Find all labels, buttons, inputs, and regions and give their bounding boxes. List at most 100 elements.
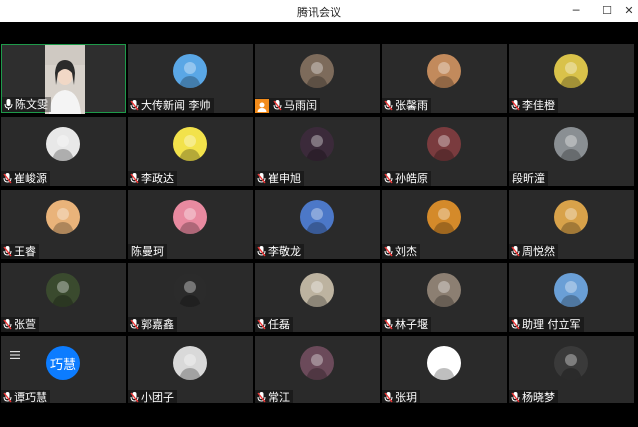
- participant-name-bar: 陈曼珂: [128, 244, 167, 259]
- microphone-muted-icon: [3, 319, 12, 330]
- microphone-muted-icon: [511, 319, 520, 330]
- participant-name-bar: 郭嘉鑫: [128, 317, 177, 332]
- participant-avatar: [173, 200, 207, 234]
- participant-tile[interactable]: 任磊: [255, 263, 380, 332]
- participant-name: 陈文雯: [15, 98, 48, 111]
- participant-tile[interactable]: 大传新闻 李帅: [128, 44, 253, 113]
- participant-tile[interactable]: 张萱: [1, 263, 126, 332]
- minimize-button[interactable]: ─: [568, 3, 584, 19]
- participant-name-bar: 崔申旭: [255, 171, 304, 186]
- microphone-muted-icon: [257, 319, 266, 330]
- participant-name-bar: 马雨闰: [255, 98, 320, 113]
- participant-name-bar: 李政达: [128, 171, 177, 186]
- participant-name: 马雨闰: [284, 99, 317, 112]
- participant-avatar: [427, 127, 461, 161]
- microphone-muted-icon: [384, 173, 393, 184]
- participant-name: 李敬龙: [268, 245, 301, 258]
- participant-name: 大传新闻 李帅: [141, 99, 211, 112]
- participant-name-bar: 张萱: [1, 317, 39, 332]
- participant-name-bar: 周悦然: [509, 244, 558, 259]
- participant-avatar: [554, 346, 588, 380]
- participant-name: 崔申旭: [268, 172, 301, 185]
- title-bar: 腾讯会议 ─ ☐ ✕: [0, 0, 638, 22]
- bottom-toolbar-area: [0, 403, 638, 427]
- participant-avatar: [173, 127, 207, 161]
- participant-avatar: [427, 54, 461, 88]
- participant-avatar: [554, 200, 588, 234]
- participant-name-bar: 刘杰: [382, 244, 420, 259]
- participant-tile[interactable]: 张玥: [382, 336, 507, 405]
- participant-name-bar: 林子堰: [382, 317, 431, 332]
- participant-avatar: [554, 54, 588, 88]
- participant-tile[interactable]: 周悦然: [509, 190, 634, 259]
- participant-name: 张馨雨: [395, 99, 428, 112]
- window-title: 腾讯会议: [297, 6, 341, 19]
- microphone-muted-icon: [257, 246, 266, 257]
- microphone-muted-icon: [384, 319, 393, 330]
- participant-avatar: [300, 127, 334, 161]
- participant-tile[interactable]: 马雨闰: [255, 44, 380, 113]
- participant-tile[interactable]: 孙皓原: [382, 117, 507, 186]
- participant-name-bar: 张馨雨: [382, 98, 431, 113]
- menu-icon[interactable]: [10, 345, 20, 359]
- participant-tile[interactable]: 段昕潼: [509, 117, 634, 186]
- participant-avatar: [554, 273, 588, 307]
- participant-name: 李佳橙: [522, 99, 555, 112]
- participant-tile[interactable]: 刘杰: [382, 190, 507, 259]
- participant-tile[interactable]: 常江: [255, 336, 380, 405]
- participant-tile[interactable]: 杨晓梦: [509, 336, 634, 405]
- microphone-muted-icon: [384, 100, 393, 111]
- participant-name-bar: 任磊: [255, 317, 293, 332]
- participant-tile[interactable]: 陈文雯: [1, 44, 126, 114]
- top-toolbar-area: [0, 22, 638, 44]
- participant-tile[interactable]: 崔峻源: [1, 117, 126, 186]
- participant-avatar: [300, 273, 334, 307]
- participant-tile[interactable]: 李佳橙: [509, 44, 634, 113]
- participant-name-bar: 孙皓原: [382, 171, 431, 186]
- participant-name-bar: 崔峻源: [1, 171, 50, 186]
- microphone-muted-icon: [257, 392, 266, 403]
- participant-avatar: [173, 346, 207, 380]
- participant-name-bar: 大传新闻 李帅: [128, 98, 214, 113]
- participant-name-bar: 陈文雯: [2, 97, 51, 112]
- participant-name-bar: 李佳橙: [509, 98, 558, 113]
- participant-avatar: [46, 200, 80, 234]
- participant-avatar: [173, 273, 207, 307]
- participant-avatar: [46, 127, 80, 161]
- participant-name: 周悦然: [522, 245, 555, 258]
- participant-tile[interactable]: 王睿: [1, 190, 126, 259]
- participant-video: [45, 45, 85, 114]
- participant-name: 刘杰: [395, 245, 417, 258]
- maximize-button[interactable]: ☐: [599, 3, 615, 19]
- participant-tile[interactable]: 陈曼珂: [128, 190, 253, 259]
- microphone-icon: [4, 99, 13, 110]
- participant-avatar: [427, 346, 461, 380]
- participant-tile[interactable]: 李敬龙: [255, 190, 380, 259]
- participant-name: 段昕潼: [512, 172, 545, 185]
- microphone-muted-icon: [257, 173, 266, 184]
- participant-name: 助理 付立军: [522, 318, 581, 331]
- participant-tile[interactable]: 小团子: [128, 336, 253, 405]
- participant-name: 王睿: [14, 245, 36, 258]
- microphone-muted-icon: [130, 173, 139, 184]
- participant-tile[interactable]: 张馨雨: [382, 44, 507, 113]
- participant-name: 张萱: [14, 318, 36, 331]
- participant-avatar: [554, 127, 588, 161]
- participant-name: 陈曼珂: [131, 245, 164, 258]
- participant-name-bar: 段昕潼: [509, 171, 548, 186]
- participant-name: 林子堰: [395, 318, 428, 331]
- microphone-muted-icon: [3, 173, 12, 184]
- participant-name-bar: 王睿: [1, 244, 39, 259]
- participant-name: 崔峻源: [14, 172, 47, 185]
- participant-tile[interactable]: 崔申旭: [255, 117, 380, 186]
- participant-tile[interactable]: 李政达: [128, 117, 253, 186]
- microphone-muted-icon: [384, 392, 393, 403]
- participant-tile[interactable]: 林子堰: [382, 263, 507, 332]
- close-button[interactable]: ✕: [621, 3, 637, 19]
- participant-tile[interactable]: 巧慧 谭巧慧: [1, 336, 126, 405]
- microphone-muted-icon: [511, 100, 520, 111]
- participant-avatar: [46, 273, 80, 307]
- participant-avatar: [173, 54, 207, 88]
- participant-tile[interactable]: 助理 付立军: [509, 263, 634, 332]
- participant-tile[interactable]: 郭嘉鑫: [128, 263, 253, 332]
